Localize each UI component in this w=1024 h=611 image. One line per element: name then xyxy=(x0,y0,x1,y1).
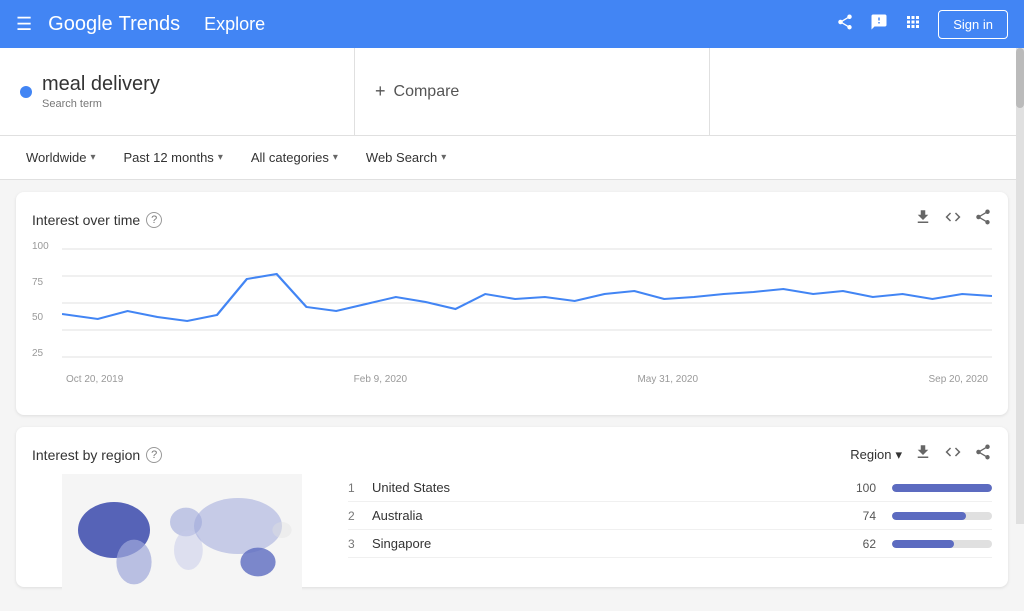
search-term-type: Search term xyxy=(42,98,160,110)
feedback-icon[interactable] xyxy=(870,13,888,36)
logo: Google Trends xyxy=(48,13,180,36)
location-filter[interactable]: Worldwide ▾ xyxy=(16,144,105,171)
region-item-3: 3 Singapore 62 xyxy=(348,530,992,558)
scrollbar[interactable] xyxy=(1016,48,1024,524)
location-arrow: ▾ xyxy=(90,152,95,163)
embed-icon-region[interactable] xyxy=(944,443,962,466)
region-item-2: 2 Australia 74 xyxy=(348,502,992,530)
category-label: All categories xyxy=(251,150,329,165)
download-icon-region[interactable] xyxy=(914,443,932,466)
apps-icon[interactable] xyxy=(904,13,922,36)
main-content: Interest over time ? 100 75 50 25 xyxy=(0,180,1024,611)
region-rank-3: 3 xyxy=(348,537,364,551)
interest-by-region-card: Interest by region ? Region ▾ xyxy=(16,427,1008,587)
share-icon-time[interactable] xyxy=(974,208,992,231)
card-header-region: Interest by region ? Region ▾ xyxy=(32,443,992,466)
region-help-icon[interactable]: ? xyxy=(146,447,162,463)
y-label-50: 50 xyxy=(32,312,49,323)
location-label: Worldwide xyxy=(26,150,86,165)
region-bar-2 xyxy=(892,512,966,520)
region-rank-1: 1 xyxy=(348,481,364,495)
google-text: Google xyxy=(48,13,113,36)
download-icon-time[interactable] xyxy=(914,208,932,231)
app-header: ☰ Google Trends Explore Sign in xyxy=(0,0,1024,48)
category-filter[interactable]: All categories ▾ xyxy=(241,144,348,171)
scrollbar-thumb[interactable] xyxy=(1016,48,1024,108)
line-chart-svg xyxy=(62,239,992,369)
region-bar-1 xyxy=(892,484,992,492)
type-arrow: ▾ xyxy=(441,152,446,163)
region-card-title: Interest by region xyxy=(32,447,140,463)
time-chart: 100 75 50 25 Oct 20, 2019 Feb 9, 2020 Ma… xyxy=(32,239,992,399)
header-icons: Sign in xyxy=(836,10,1008,39)
card-title-area-region: Interest by region ? xyxy=(32,447,162,463)
embed-icon-time[interactable] xyxy=(944,208,962,231)
search-term-box: meal delivery Search term xyxy=(0,48,355,135)
region-name-2: Australia xyxy=(372,508,838,523)
filter-bar: Worldwide ▾ Past 12 months ▾ All categor… xyxy=(0,136,1024,180)
region-bar-bg-2 xyxy=(892,512,992,520)
type-filter[interactable]: Web Search ▾ xyxy=(356,144,456,171)
time-card-actions xyxy=(914,208,992,231)
region-val-3: 62 xyxy=(846,537,876,551)
compare-label: Compare xyxy=(394,83,460,101)
world-map xyxy=(32,474,332,594)
region-val-1: 100 xyxy=(846,481,876,495)
region-content: 1 United States 100 2 Australia 74 xyxy=(32,474,992,594)
time-arrow: ▾ xyxy=(218,152,223,163)
interest-over-time-card: Interest over time ? 100 75 50 25 xyxy=(16,192,1008,415)
region-dropdown-label: Region xyxy=(850,447,891,462)
region-bar-bg-3 xyxy=(892,540,992,548)
share-icon-region[interactable] xyxy=(974,443,992,466)
region-name-3: Singapore xyxy=(372,536,838,551)
explore-label: Explore xyxy=(204,14,265,35)
x-label-4: Sep 20, 2020 xyxy=(928,374,988,385)
search-area: meal delivery Search term + Compare xyxy=(0,48,1024,136)
plus-icon: + xyxy=(375,81,386,102)
x-axis-labels: Oct 20, 2019 Feb 9, 2020 May 31, 2020 Se… xyxy=(62,374,992,385)
type-label: Web Search xyxy=(366,150,437,165)
card-title-area-time: Interest over time ? xyxy=(32,212,162,228)
trends-text: Trends xyxy=(119,13,181,36)
region-item-1: 1 United States 100 xyxy=(348,474,992,502)
y-label-75: 75 xyxy=(32,277,49,288)
region-rank-2: 2 xyxy=(348,509,364,523)
time-filter[interactable]: Past 12 months ▾ xyxy=(113,144,232,171)
search-term-name: meal delivery xyxy=(42,73,160,96)
region-val-2: 74 xyxy=(846,509,876,523)
search-term-dot xyxy=(20,86,32,98)
region-dropdown-button[interactable]: Region ▾ xyxy=(850,447,902,463)
region-card-actions: Region ▾ xyxy=(850,443,992,466)
share-icon[interactable] xyxy=(836,13,854,36)
region-bar-3 xyxy=(892,540,954,548)
card-header-time: Interest over time ? xyxy=(32,208,992,231)
empty-search-box xyxy=(710,48,1024,135)
x-label-1: Oct 20, 2019 xyxy=(66,374,123,385)
x-label-2: Feb 9, 2020 xyxy=(354,374,407,385)
region-name-1: United States xyxy=(372,480,838,495)
y-label-25: 25 xyxy=(32,348,49,359)
region-bar-bg-1 xyxy=(892,484,992,492)
search-term-info: meal delivery Search term xyxy=(42,73,160,110)
region-dropdown-arrow: ▾ xyxy=(895,447,902,463)
x-label-3: May 31, 2020 xyxy=(637,374,698,385)
map-svg xyxy=(32,474,332,594)
y-label-100: 100 xyxy=(32,241,49,252)
time-help-icon[interactable]: ? xyxy=(146,212,162,228)
compare-box[interactable]: + Compare xyxy=(355,48,710,135)
time-card-title: Interest over time xyxy=(32,212,140,228)
y-axis-labels: 100 75 50 25 xyxy=(32,239,49,359)
signin-button[interactable]: Sign in xyxy=(938,10,1008,39)
time-label: Past 12 months xyxy=(123,150,213,165)
region-list: 1 United States 100 2 Australia 74 xyxy=(348,474,992,594)
menu-icon[interactable]: ☰ xyxy=(16,14,32,35)
category-arrow: ▾ xyxy=(333,152,338,163)
